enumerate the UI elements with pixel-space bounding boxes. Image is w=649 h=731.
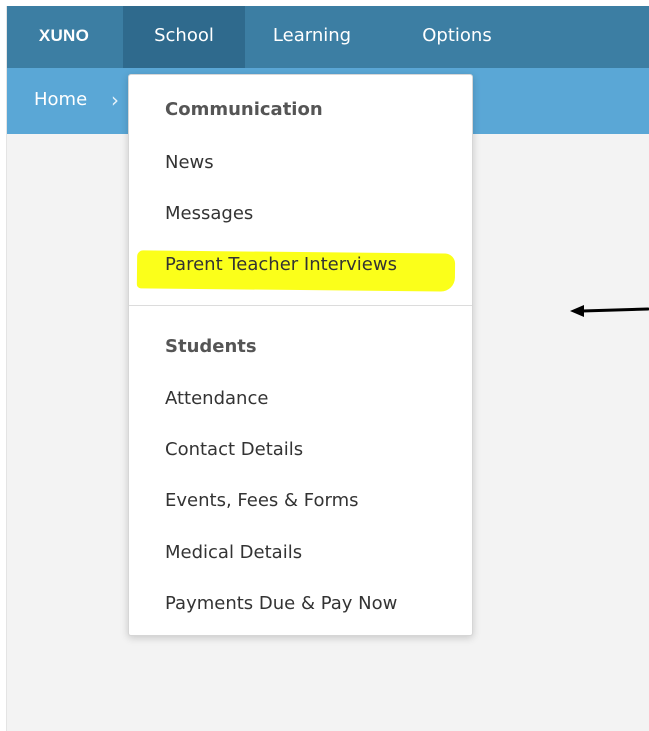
breadcrumb-home-link[interactable]: Home [34, 68, 87, 132]
menu-item-messages[interactable]: Messages [165, 202, 253, 226]
nav-learning[interactable]: Learning [253, 6, 371, 68]
section-heading-students: Students [165, 336, 257, 357]
school-dropdown-menu: Communication News Messages Parent Teach… [128, 74, 473, 636]
brand-logo[interactable]: XUNO [7, 6, 121, 68]
menu-item-contact-details[interactable]: Contact Details [165, 438, 303, 462]
section-heading-communication: Communication [165, 99, 323, 120]
menu-divider [129, 305, 472, 306]
menu-item-payments-due-pay-now[interactable]: Payments Due & Pay Now [165, 592, 397, 616]
left-arrow-icon [570, 305, 649, 317]
menu-item-attendance[interactable]: Attendance [165, 387, 268, 411]
nav-options[interactable]: Options [397, 6, 517, 68]
menu-item-news[interactable]: News [165, 151, 214, 175]
menu-item-parent-teacher-interviews[interactable]: Parent Teacher Interviews [165, 253, 397, 277]
app-window: XUNO School Learning Options Home › Comm… [6, 6, 649, 731]
menu-item-medical-details[interactable]: Medical Details [165, 541, 302, 565]
top-navigation-bar: XUNO School Learning Options [7, 6, 649, 68]
nav-school[interactable]: School [123, 6, 245, 68]
menu-item-events-fees-forms[interactable]: Events, Fees & Forms [165, 489, 358, 513]
chevron-right-icon: › [111, 88, 119, 112]
